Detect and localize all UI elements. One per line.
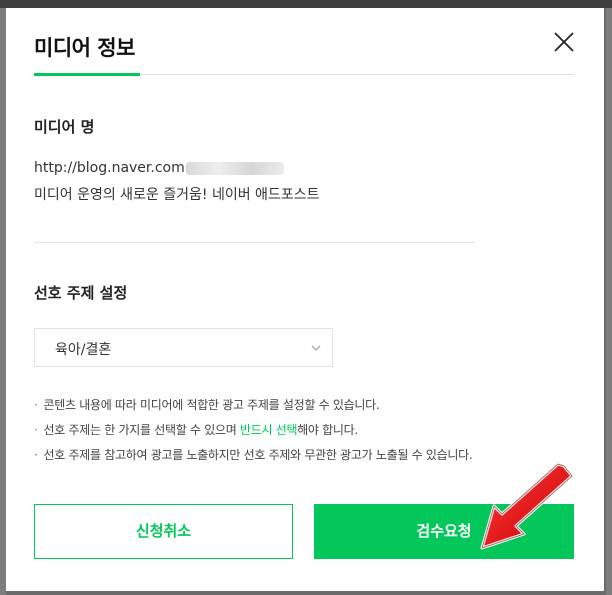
media-info-modal: 미디어 정보 미디어 명 http://blog.naver.com 미디어 운… — [6, 8, 604, 591]
modal-title: 미디어 정보 — [34, 36, 135, 60]
annotation-arrow-icon — [480, 462, 574, 550]
blurred-url-segment — [185, 161, 284, 175]
page-backdrop-right — [606, 8, 612, 595]
chevron-down-icon — [311, 345, 321, 351]
bullet: · — [34, 448, 38, 462]
media-url-text: http://blog.naver.com — [34, 160, 185, 176]
preferred-topic-label: 선호 주제 설정 — [34, 284, 128, 302]
topic-select-value: 육아/결혼 — [55, 342, 112, 358]
media-name-label: 미디어 명 — [34, 118, 95, 136]
cancel-application-button[interactable]: 신청취소 — [34, 504, 293, 559]
bullet: · — [34, 423, 38, 437]
bullet: · — [34, 398, 38, 412]
page-top-bar — [0, 0, 612, 8]
close-button[interactable] — [552, 30, 576, 54]
topic-select[interactable]: 육아/결혼 — [34, 328, 333, 367]
media-url: http://blog.naver.com — [34, 160, 284, 176]
media-description: 미디어 운영의 새로운 즐거움! 네이버 애드포스트 — [34, 187, 320, 203]
section-divider — [34, 242, 474, 243]
close-icon — [554, 32, 574, 52]
required-highlight: 반드시 선택 — [239, 423, 298, 437]
title-accent-underline — [34, 73, 140, 76]
note-item: · 선호 주제는 한 가지를 선택할 수 있으며 반드시 선택해야 합니다. — [34, 423, 358, 437]
note-item: · 콘텐츠 내용에 따라 미디어에 적합한 광고 주제를 설정할 수 있습니다. — [34, 398, 380, 412]
